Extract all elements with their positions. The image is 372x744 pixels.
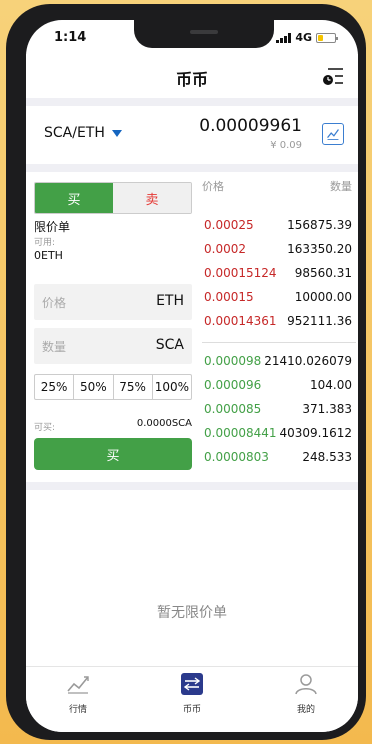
tab-spot[interactable]: 币币	[162, 673, 222, 715]
tab-market[interactable]: 行情	[48, 673, 108, 715]
ask-amount: 98560.31	[294, 266, 352, 280]
available-value: 0ETH	[34, 249, 63, 262]
tab-label: 行情	[68, 705, 87, 715]
bid-price: 0.000085	[204, 402, 262, 416]
bid-price: 0.000098	[204, 354, 262, 368]
pair-selector[interactable]: SCA/ETH	[44, 125, 105, 141]
status-indicators: 4G	[276, 31, 338, 44]
ask-row[interactable]: 0.00015124 98560.31	[202, 262, 354, 286]
amount-unit: SCA	[155, 337, 184, 353]
ask-amount: 163350.20	[287, 242, 352, 256]
can-buy-label: 可买:	[34, 423, 56, 433]
bid-amount: 248.533	[302, 450, 352, 464]
kline-chart-icon[interactable]	[322, 123, 344, 145]
bid-amount: 104.00	[310, 378, 352, 392]
header-amount: 数量	[330, 180, 352, 193]
device-notch	[134, 20, 274, 48]
ask-price: 0.00015124	[204, 266, 277, 280]
price-unit: ETH	[156, 293, 184, 309]
price-placeholder: 价格	[42, 296, 67, 310]
bid-row[interactable]: 0.000085 371.383	[202, 398, 354, 422]
ask-row[interactable]: 0.00014361 952111.36	[202, 310, 354, 334]
bid-amount: 371.383	[302, 402, 352, 416]
available-label: 可用:	[34, 238, 56, 248]
tab-profile[interactable]: 我的	[276, 673, 336, 715]
ask-row[interactable]: 0.0002 163350.20	[202, 238, 354, 262]
page-title: 币币	[175, 70, 208, 89]
ask-price: 0.00015	[204, 290, 254, 304]
signal-icon	[276, 32, 292, 43]
ask-price: 0.00014361	[204, 314, 277, 328]
price-input[interactable]: 价格 ETH	[34, 284, 192, 320]
bid-price: 0.00008441	[204, 426, 277, 440]
ask-amount: 952111.36	[287, 314, 352, 328]
app-screen: 1:14 4G 币币 SCA/ETH 0.00009961 ¥ 0.09 买 卖…	[26, 20, 358, 732]
trade-panel: 买 卖 限价单 可用: 0ETH 价格 ETH 数量 SCA 25% 50% 7	[26, 172, 358, 482]
battery-icon	[316, 32, 338, 43]
last-price: 0.00009961	[199, 116, 302, 136]
bid-amount: 40309.1612	[279, 426, 352, 440]
percent-100-button[interactable]: 100%	[153, 375, 191, 399]
user-icon	[295, 674, 317, 695]
percent-selector: 25% 50% 75% 100%	[34, 374, 192, 400]
percent-75-button[interactable]: 75%	[114, 375, 153, 399]
ask-amount: 156875.39	[287, 218, 352, 232]
section-divider	[26, 98, 358, 106]
open-orders-empty: 暂无限价单	[26, 490, 358, 666]
bid-amount: 21410.026079	[264, 354, 352, 368]
tab-buy[interactable]: 买	[35, 183, 113, 213]
tab-label: 我的	[296, 705, 315, 715]
phone-frame: 1:14 4G 币币 SCA/ETH 0.00009961 ¥ 0.09 买 卖…	[6, 4, 366, 740]
bid-row[interactable]: 0.0000803 248.533	[202, 446, 354, 470]
spread-divider	[202, 342, 356, 343]
chart-line-icon	[67, 676, 89, 694]
can-buy-value: 0.0000SCA	[136, 418, 192, 429]
amount-input[interactable]: 数量 SCA	[34, 328, 192, 364]
bid-price: 0.0000803	[204, 450, 269, 464]
percent-25-button[interactable]: 25%	[35, 375, 75, 399]
section-divider	[26, 482, 358, 490]
tab-label: 币币	[182, 705, 201, 715]
order-history-icon[interactable]	[322, 66, 344, 86]
status-time: 1:14	[54, 30, 87, 45]
percent-50-button[interactable]: 50%	[74, 375, 114, 399]
ask-amount: 10000.00	[294, 290, 352, 304]
section-divider	[26, 164, 358, 172]
last-price-cny: ¥ 0.09	[270, 140, 302, 151]
order-type-label[interactable]: 限价单	[34, 218, 70, 235]
order-book-header: 价格 数量	[202, 178, 354, 194]
bid-row[interactable]: 0.00008441 40309.1612	[202, 422, 354, 446]
network-type: 4G	[295, 31, 312, 44]
side-switch: 买 卖	[34, 182, 192, 214]
bid-price: 0.000096	[204, 378, 262, 392]
amount-placeholder: 数量	[42, 340, 67, 354]
ask-price: 0.0002	[204, 242, 246, 256]
ask-row[interactable]: 0.00025 156875.39	[202, 214, 354, 238]
ask-price: 0.00025	[204, 218, 254, 232]
bid-row[interactable]: 0.000096 104.00	[202, 374, 354, 398]
exchange-icon	[181, 673, 203, 695]
bottom-tab-bar: 行情 币币 我的	[26, 666, 358, 732]
header-price: 价格	[202, 180, 224, 193]
empty-state-text: 暂无限价单	[157, 605, 227, 621]
bid-row[interactable]: 0.000098 21410.026079	[202, 350, 354, 374]
pair-selector-row: SCA/ETH 0.00009961 ¥ 0.09	[26, 106, 358, 164]
buy-button[interactable]: 买	[34, 438, 192, 470]
nav-bar: 币币	[26, 54, 358, 98]
ask-row[interactable]: 0.00015 10000.00	[202, 286, 354, 310]
caret-down-icon[interactable]	[112, 130, 122, 137]
tab-sell[interactable]: 卖	[113, 183, 191, 213]
